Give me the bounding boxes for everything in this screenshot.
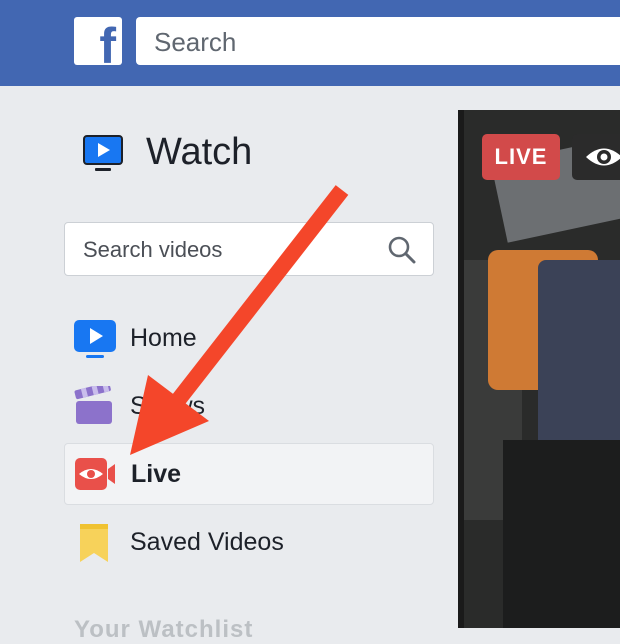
- live-video-player[interactable]: [458, 110, 620, 628]
- sidebar-item-saved-videos[interactable]: Saved Videos: [64, 512, 434, 574]
- home-video-icon: [74, 320, 116, 365]
- watchlist-heading: Your Watchlist: [74, 616, 254, 643]
- sidebar-item-label: Home: [130, 324, 197, 352]
- video-frame-edge: [458, 110, 464, 628]
- watch-tv-icon: [83, 135, 123, 171]
- sidebar-item-home[interactable]: Home: [64, 308, 434, 370]
- live-badge: LIVE: [482, 134, 560, 180]
- sidebar-item-label: Shows: [130, 392, 206, 420]
- facebook-logo[interactable]: f: [74, 17, 122, 65]
- sidebar-item-label: Live: [131, 460, 182, 488]
- search-icon[interactable]: [387, 235, 417, 270]
- clapperboard-icon: [74, 382, 116, 431]
- video-frame-region: [503, 440, 620, 628]
- facebook-logo-letter: f: [99, 18, 116, 65]
- video-search-input[interactable]: [81, 223, 375, 277]
- sidebar-item-label: Saved Videos: [130, 528, 284, 556]
- page-title: Watch: [146, 131, 253, 173]
- eye-icon: [584, 144, 620, 175]
- video-search-box[interactable]: [64, 222, 434, 277]
- global-search-box[interactable]: [136, 17, 620, 67]
- watch-header: [82, 133, 124, 177]
- global-search-input[interactable]: [152, 17, 616, 67]
- live-camera-icon: [75, 458, 117, 495]
- bookmark-icon: [74, 522, 116, 569]
- sidebar-item-live[interactable]: Live: [64, 443, 434, 505]
- video-frame-region: [538, 260, 620, 450]
- viewer-count-badge: [572, 134, 620, 180]
- sidebar-item-shows[interactable]: Shows: [64, 376, 434, 438]
- top-navigation-bar: f: [0, 0, 620, 86]
